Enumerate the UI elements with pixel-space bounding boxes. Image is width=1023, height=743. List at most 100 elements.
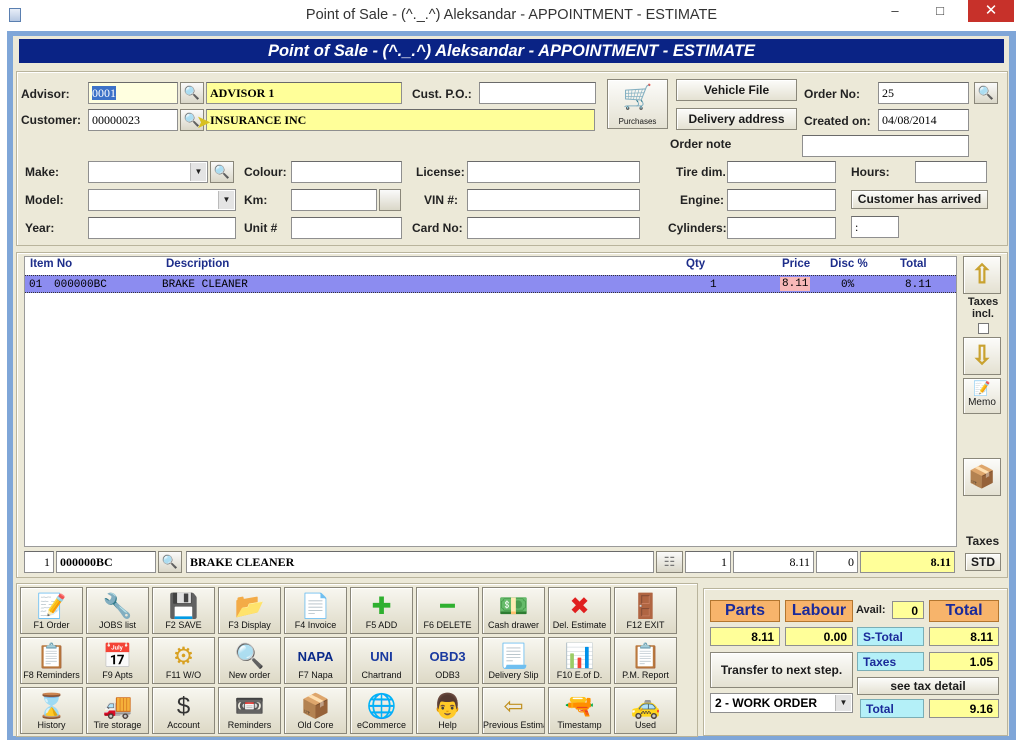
toolbar-button-f11-w-o[interactable]: ⚙ F11 W/O	[152, 637, 215, 684]
toolbar-button-f1-order[interactable]: 📝 F1 Order	[20, 587, 83, 634]
toolbar-button-jobs-list[interactable]: 🔧 JOBS list	[86, 587, 149, 634]
toolbar-button-del-estimate[interactable]: ✖ Del. Estimate	[548, 587, 611, 634]
time-field[interactable]: :	[851, 216, 899, 238]
card-no-field[interactable]	[467, 217, 640, 239]
toolbar-button-f3-display[interactable]: 📂 F3 Display	[218, 587, 281, 634]
customer-code-field[interactable]: 00000023	[88, 109, 178, 131]
maximize-button[interactable]: □	[920, 0, 960, 22]
toolbar-button-ecommerce[interactable]: 🌐 eCommerce	[350, 687, 413, 734]
toolbar-button-help[interactable]: 👨 Help	[416, 687, 479, 734]
toolbar-button-new-order[interactable]: 🔍 New order	[218, 637, 281, 684]
edit-item-field[interactable]: 000000BC	[56, 551, 156, 573]
toolbar-icon: 🔍	[234, 643, 265, 670]
toolbar-button-f7-napa[interactable]: NAPA F7 Napa	[284, 637, 347, 684]
toolbar-button-used[interactable]: 🚕 Used	[614, 687, 677, 734]
tire-button[interactable]: ☷	[656, 551, 683, 573]
toolbar-button-delivery-slip[interactable]: 📃 Delivery Slip	[482, 637, 545, 684]
order-no-field[interactable]: 25	[878, 82, 969, 104]
toolbar-button-f9-apts[interactable]: 📅 F9 Apts	[86, 637, 149, 684]
col-description[interactable]: Description	[166, 258, 229, 270]
order-note-field[interactable]	[802, 135, 969, 157]
purchases-button[interactable]: 🛒 Purchases	[607, 79, 668, 129]
delivery-address-button[interactable]: Delivery address	[676, 108, 797, 130]
move-down-button[interactable]: ⇩	[963, 337, 1001, 375]
advisor-code-field[interactable]: 0001	[88, 82, 178, 104]
toolbar-button-f10-e-of-d[interactable]: 📊 F10 E.of D.	[548, 637, 611, 684]
make-select[interactable]: ▼	[88, 161, 208, 183]
toolbar-icon: 📝	[36, 593, 67, 620]
customer-arrived-button[interactable]: Customer has arrived	[851, 190, 988, 209]
toolbar-button-f6-delete[interactable]: ━ F6 DELETE	[416, 587, 479, 634]
advisor-name-field: ADVISOR 1	[206, 82, 402, 104]
make-lookup-button[interactable]: 🔍	[210, 161, 234, 183]
vehicle-file-button[interactable]: Vehicle File	[676, 79, 797, 101]
tire-dim-field[interactable]	[727, 161, 836, 183]
toolbar-button-f2-save[interactable]: 💾 F2 SAVE	[152, 587, 215, 634]
unit-field[interactable]	[291, 217, 402, 239]
edit-qty-field[interactable]: 1	[685, 551, 731, 573]
engine-field[interactable]	[727, 189, 836, 211]
toolbar-button-old-core[interactable]: 📦 Old Core	[284, 687, 347, 734]
edit-description-field[interactable]: BRAKE CLEANER	[186, 551, 654, 573]
edit-line-field[interactable]: 1	[24, 551, 54, 573]
toolbar-button-reminders[interactable]: 📼 Reminders	[218, 687, 281, 734]
toolbar-button-f12-exit[interactable]: 🚪 F12 EXIT	[614, 587, 677, 634]
toolbar-icon: 📊	[564, 643, 595, 670]
toolbar-icon: 🚕	[630, 693, 661, 720]
table-row[interactable]: 01 000000BC BRAKE CLEANER 1 8.11 0% 8.11	[25, 275, 956, 293]
colour-field[interactable]	[291, 161, 402, 183]
toolbar-button-f4-invoice[interactable]: 📄 F4 Invoice	[284, 587, 347, 634]
cust-po-field[interactable]	[479, 82, 596, 104]
minimize-button[interactable]: –	[875, 0, 915, 22]
toolbar-button-timestamp[interactable]: 🔫 Timestamp	[548, 687, 611, 734]
edit-disc-field[interactable]: 0	[816, 551, 858, 573]
toolbar-label: F5 ADD	[365, 620, 398, 630]
unit-label: Unit #	[244, 221, 278, 235]
toolbar-button-f8-reminders[interactable]: 📋 F8 Reminders	[20, 637, 83, 684]
vin-field[interactable]	[467, 189, 640, 211]
order-lookup-button[interactable]: 🔍	[974, 82, 998, 104]
advisor-lookup-button[interactable]: 🔍	[180, 82, 204, 104]
std-button[interactable]: STD	[965, 553, 1001, 571]
move-up-button[interactable]: ⇧	[963, 256, 1001, 294]
toolbar-icon: 👨	[432, 693, 463, 720]
toolbar-button-cash-drawer[interactable]: 💵 Cash drawer	[482, 587, 545, 634]
workflow-select[interactable]: 2 - WORK ORDER ▼	[710, 693, 853, 713]
col-price[interactable]: Price	[782, 258, 810, 270]
cylinders-field[interactable]	[727, 217, 836, 239]
toolbar-button-account[interactable]: $ Account	[152, 687, 215, 734]
edit-price-field[interactable]: 8.11	[733, 551, 814, 573]
col-total[interactable]: Total	[900, 258, 927, 270]
toolbar-button-previous-estimate[interactable]: ⇦Previous Estimate	[482, 687, 545, 734]
toolbar-button-odb3[interactable]: OBD3 ODB3	[416, 637, 479, 684]
items-grid[interactable]	[24, 256, 957, 547]
toolbar-button-p-m-report[interactable]: 📋 P.M. Report	[614, 637, 677, 684]
item-lookup-button[interactable]: 🔍	[158, 551, 182, 573]
hours-field[interactable]	[915, 161, 987, 183]
transfer-button[interactable]: Transfer to next step.	[710, 652, 853, 688]
colour-label: Colour:	[244, 165, 287, 179]
toolbar-button-tire-storage[interactable]: 🚚 Tire storage	[86, 687, 149, 734]
toolbar-button-history[interactable]: ⌛ History	[20, 687, 83, 734]
taxes-incl-checkbox[interactable]	[978, 323, 989, 334]
model-select[interactable]: ▼	[88, 189, 236, 211]
col-item-no[interactable]: Item No	[30, 258, 72, 270]
close-button[interactable]: ✕	[968, 0, 1014, 22]
license-field[interactable]	[467, 161, 640, 183]
col-disc[interactable]: Disc %	[830, 258, 868, 270]
advisor-label: Advisor:	[21, 87, 70, 101]
toolbar-button-f5-add[interactable]: ✚ F5 ADD	[350, 587, 413, 634]
memo-button[interactable]: 📝 Memo	[963, 378, 1001, 414]
year-field[interactable]	[88, 217, 236, 239]
km-button[interactable]	[379, 189, 401, 211]
package-button[interactable]: 📦	[963, 458, 1001, 496]
toolbar-label: F12 EXIT	[626, 620, 665, 630]
km-field[interactable]	[291, 189, 377, 211]
grand-total-value: 9.16	[929, 699, 999, 718]
col-qty[interactable]: Qty	[686, 258, 705, 270]
toolbar-button-chartrand[interactable]: UNI Chartrand	[350, 637, 413, 684]
toolbar-label: eCommerce	[356, 720, 406, 730]
see-tax-detail-button[interactable]: see tax detail	[857, 677, 999, 695]
row-price[interactable]: 8.11	[780, 277, 811, 291]
toolbar-icon: $	[176, 693, 191, 720]
